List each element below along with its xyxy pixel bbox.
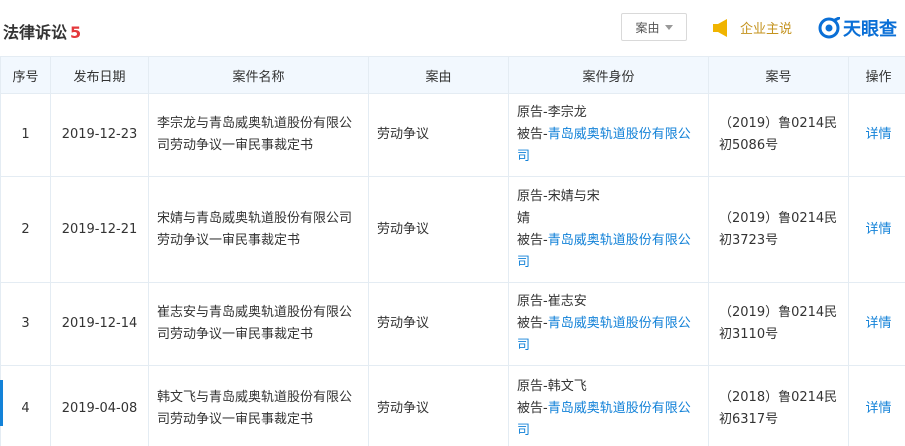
- row-case-name: 宋婧与青岛威奥轨道股份有限公司劳动争议一审民事裁定书: [148, 176, 369, 283]
- column-header-date: 发布日期: [50, 56, 149, 94]
- lawsuit-count: 5: [70, 23, 82, 42]
- column-header-action: 操作: [848, 56, 905, 94]
- row-case-name: 崔志安与青岛威奥轨道股份有限公司劳动争议一审民事裁定书: [148, 282, 369, 366]
- plaintiff-text: 原告-韩文飞: [517, 378, 587, 394]
- row-case-reason: 劳动争议: [368, 93, 509, 177]
- defendant-line: 被告-青岛威奥轨道股份有限公司: [517, 398, 702, 442]
- defendant-prefix: 被告-: [517, 127, 548, 142]
- row-action-cell: 详情: [848, 365, 905, 446]
- section-title-text: 法律诉讼: [3, 23, 68, 42]
- row-case-number: （2019）鲁0214民初3110号: [708, 282, 849, 366]
- column-header-case-identity: 案件身份: [508, 56, 709, 94]
- row-date: 2019-12-23: [50, 93, 149, 177]
- row-action-cell: 详情: [848, 176, 905, 283]
- column-header-case-reason: 案由: [368, 56, 509, 94]
- row-case-identity: 原告-韩文飞 被告-青岛威奥轨道股份有限公司: [508, 365, 709, 446]
- table-row: 1 2019-12-23 李宗龙与青岛威奥轨道股份有限公司劳动争议一审民事裁定书…: [0, 93, 905, 177]
- details-link[interactable]: 详情: [865, 127, 891, 142]
- defendant-line: 被告-青岛威奥轨道股份有限公司: [517, 124, 702, 168]
- megaphone-icon: [713, 18, 727, 37]
- column-header-index: 序号: [0, 56, 51, 94]
- lawsuit-table: 序号 发布日期 案件名称 案由 案件身份 案号 操作 1 2019-12-23 …: [0, 56, 905, 446]
- table-row: 3 2019-12-14 崔志安与青岛威奥轨道股份有限公司劳动争议一审民事裁定书…: [0, 282, 905, 366]
- details-link[interactable]: 详情: [865, 316, 891, 331]
- row-index: 2: [0, 176, 51, 283]
- row-case-identity: 原告-李宗龙 被告-青岛威奥轨道股份有限公司: [508, 93, 709, 177]
- plaintiff-text: 原告-李宗龙: [517, 105, 587, 120]
- table-row: 2 2019-12-21 宋婧与青岛威奥轨道股份有限公司劳动争议一审民事裁定书 …: [0, 176, 905, 283]
- table-row: 4 2019-04-08 韩文飞与青岛威奥轨道股份有限公司劳动争议一审民事裁定书…: [0, 365, 905, 446]
- case-reason-filter-dropdown[interactable]: 案由: [621, 13, 687, 41]
- defendant-line: 被告-青岛威奥轨道股份有限公司: [517, 230, 702, 274]
- row-case-number: （2019）鲁0214民初3723号: [708, 176, 849, 283]
- plaintiff-text: 原告-崔志安: [517, 294, 587, 309]
- company-owner-speak-link[interactable]: 企业主说: [712, 18, 792, 37]
- row-date: 2019-12-21: [50, 176, 149, 283]
- table-header-row: 序号 发布日期 案件名称 案由 案件身份 案号 操作: [0, 56, 905, 94]
- row-index: 3: [0, 282, 51, 366]
- speak-label: 企业主说: [740, 22, 793, 37]
- row-highlight-marker: [0, 380, 3, 426]
- row-action-cell: 详情: [848, 282, 905, 366]
- row-case-reason: 劳动争议: [368, 176, 509, 283]
- plaintiff-text: 原告-宋婧与宋婧: [517, 188, 600, 226]
- brand-label: 天眼查: [843, 19, 897, 40]
- row-case-number: （2018）鲁0214民初6317号: [708, 365, 849, 446]
- section-header: 法律诉讼 5 案由 企业主说 天眼查: [0, 0, 905, 56]
- row-case-reason: 劳动争议: [368, 365, 509, 446]
- row-case-number: （2019）鲁0214民初5086号: [708, 93, 849, 177]
- defendant-prefix: 被告-: [517, 232, 548, 248]
- row-index: 1: [0, 93, 51, 177]
- filter-label: 案由: [635, 20, 660, 35]
- details-link[interactable]: 详情: [865, 401, 891, 416]
- defendant-prefix: 被告-: [517, 400, 548, 416]
- column-header-case-name: 案件名称: [148, 56, 369, 94]
- row-action-cell: 详情: [848, 93, 905, 177]
- chevron-down-icon: [664, 24, 673, 30]
- row-index: 4: [0, 365, 51, 446]
- defendant-prefix: 被告-: [517, 316, 548, 331]
- defendant-line: 被告-青岛威奥轨道股份有限公司: [517, 313, 702, 357]
- row-case-identity: 原告-宋婧与宋婧 被告-青岛威奥轨道股份有限公司: [508, 176, 709, 283]
- row-case-identity: 原告-崔志安 被告-青岛威奥轨道股份有限公司: [508, 282, 709, 366]
- row-case-name: 韩文飞与青岛威奥轨道股份有限公司劳动争议一审民事裁定书: [148, 365, 369, 446]
- row-date: 2019-04-08: [50, 365, 149, 446]
- details-link[interactable]: 详情: [865, 222, 891, 237]
- column-header-case-number: 案号: [708, 56, 849, 94]
- row-date: 2019-12-14: [50, 282, 149, 366]
- row-case-name: 李宗龙与青岛威奥轨道股份有限公司劳动争议一审民事裁定书: [148, 93, 369, 177]
- tianyancha-logo-icon: [818, 17, 840, 39]
- tianyancha-logo[interactable]: 天眼查: [818, 15, 897, 41]
- row-case-reason: 劳动争议: [368, 282, 509, 366]
- section-title: 法律诉讼 5: [3, 19, 81, 43]
